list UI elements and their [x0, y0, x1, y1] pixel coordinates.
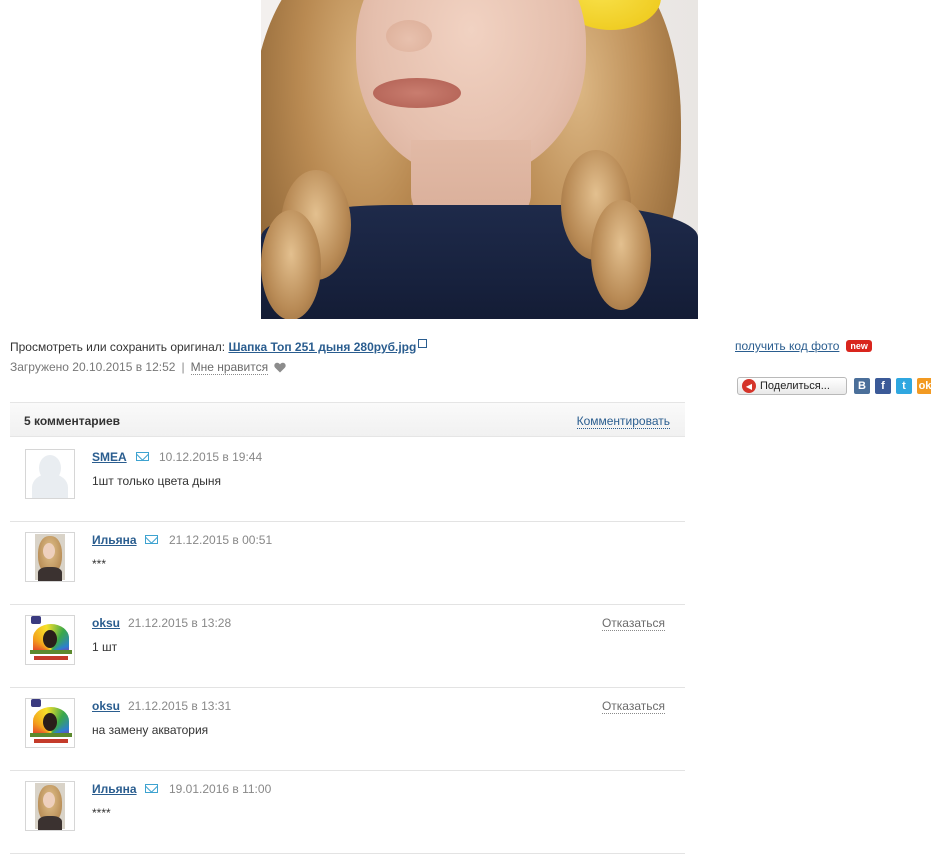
avatar-figure — [43, 713, 57, 731]
comments-count: 5 комментариев — [24, 414, 121, 428]
facebook-icon[interactable]: f — [875, 378, 891, 394]
comment-date: 10.12.2015 в 19:44 — [159, 450, 263, 464]
twitter-icon[interactable]: t — [896, 378, 912, 394]
avatar-body — [38, 567, 62, 581]
comment-text: 1шт только цвета дыня — [92, 474, 222, 488]
mail-icon[interactable] — [145, 535, 158, 544]
photo-curl — [261, 210, 321, 319]
comment-item: oksu 21.12.2015 в 13:31 Отказаться на за… — [10, 687, 685, 771]
upload-info-row: Загружено 20.10.2015 в 12:52 | Мне нравитс… — [10, 360, 287, 375]
avatar-body — [38, 816, 62, 830]
comment-author[interactable]: oksu — [92, 699, 120, 713]
comment-text: 1 шт — [92, 640, 118, 654]
avatar-face — [43, 792, 55, 808]
avatar-text-stripe — [34, 739, 68, 743]
comment-item: Ильяна 21.12.2015 в 00:51 *** — [10, 521, 685, 605]
mail-icon[interactable] — [145, 784, 158, 793]
new-badge: new — [846, 340, 872, 352]
avatar[interactable] — [25, 532, 75, 582]
vk-icon[interactable]: В — [854, 378, 870, 394]
comment-author[interactable]: oksu — [92, 616, 120, 630]
avatar-text-stripe — [30, 650, 72, 654]
comments-header: 5 комментариев Комментировать — [10, 402, 685, 437]
avatar-face — [43, 543, 55, 559]
comment-text: *** — [92, 557, 107, 571]
original-file-row: Просмотреть или сохранить оригинал: Шапк… — [10, 339, 428, 354]
comment-date: 21.12.2015 в 13:28 — [128, 616, 232, 630]
photo-lips — [373, 78, 461, 108]
view-original-label: Просмотреть или сохранить оригинал: — [10, 340, 226, 354]
external-link-icon — [418, 339, 428, 348]
add-comment-link[interactable]: Комментировать — [576, 414, 670, 429]
avatar-tv — [31, 616, 41, 624]
refuse-link[interactable]: Отказаться — [601, 616, 665, 631]
get-code-row: получить код фото new — [735, 339, 872, 353]
main-photo[interactable] — [261, 0, 698, 319]
comment-text: на замену акватория — [92, 723, 209, 737]
like-link[interactable]: Мне нравится — [190, 360, 269, 375]
comment-author[interactable]: SMEA — [92, 450, 127, 464]
share-label: Поделиться... — [760, 380, 830, 392]
share-button[interactable]: ◀ Поделиться... — [737, 377, 847, 395]
comment-item: Ильяна 19.01.2016 в 11:00 **** — [10, 770, 685, 854]
comment-text: **** — [92, 806, 111, 820]
comment-date: 21.12.2015 в 13:31 — [128, 699, 232, 713]
comment-date: 19.01.2016 в 11:00 — [169, 782, 272, 796]
separator: | — [181, 360, 185, 374]
avatar[interactable] — [25, 615, 75, 665]
odnoklassniki-icon[interactable]: ok — [917, 378, 931, 394]
avatar[interactable] — [25, 449, 75, 499]
mail-icon[interactable] — [136, 452, 149, 461]
avatar-figure — [43, 630, 57, 648]
comment-author[interactable]: Ильяна — [92, 782, 137, 796]
avatar-text-stripe — [34, 656, 68, 660]
refuse-link[interactable]: Отказаться — [601, 699, 665, 714]
avatar[interactable] — [25, 698, 75, 748]
comment-item: oksu 21.12.2015 в 13:28 Отказаться 1 шт — [10, 604, 685, 688]
comment-author[interactable]: Ильяна — [92, 533, 137, 547]
share-icon: ◀ — [742, 379, 756, 393]
avatar-silhouette-body — [32, 474, 68, 498]
comment-date: 21.12.2015 в 00:51 — [169, 533, 273, 547]
photo-nose — [386, 20, 432, 52]
get-photo-code-link[interactable]: получить код фото — [735, 339, 839, 353]
heart-icon[interactable] — [274, 362, 287, 373]
avatar-tv — [31, 699, 41, 707]
comment-item: SMEA 10.12.2015 в 19:44 1шт только цвета… — [10, 438, 685, 522]
avatar[interactable] — [25, 781, 75, 831]
avatar-text-stripe — [30, 733, 72, 737]
photo-curl — [591, 200, 651, 310]
original-file-link[interactable]: Шапка Топ 251 дыня 280руб.jpg — [228, 340, 416, 354]
upload-date: Загружено 20.10.2015 в 12:52 — [10, 360, 176, 374]
